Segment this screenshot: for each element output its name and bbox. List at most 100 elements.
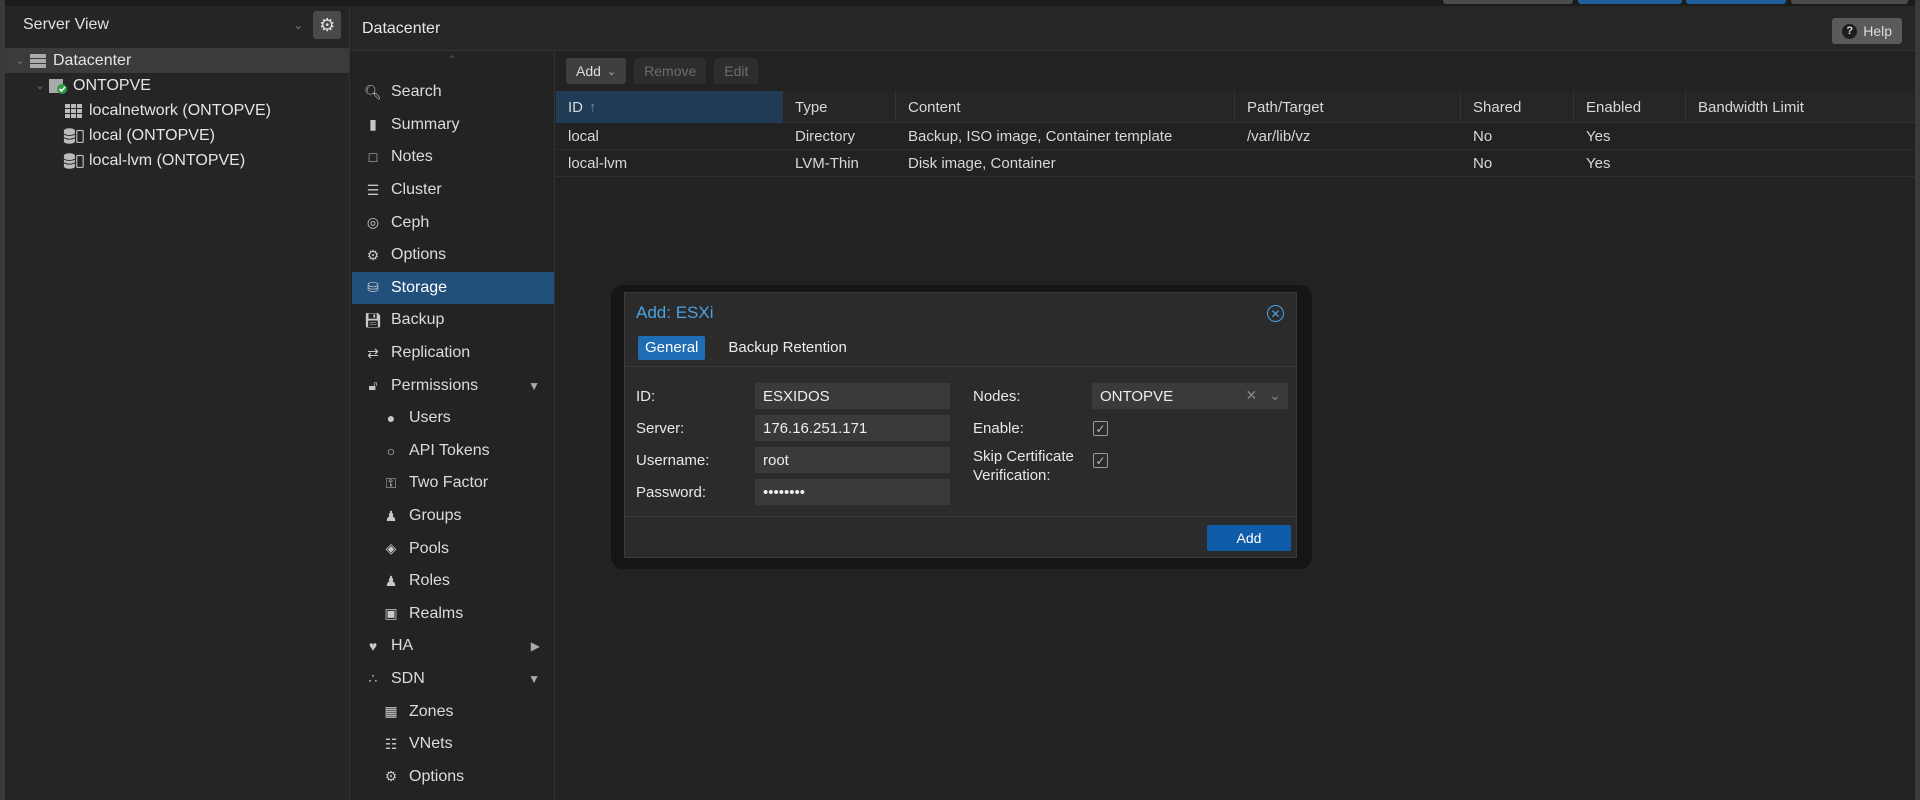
column-header-shared[interactable]: Shared	[1461, 91, 1574, 123]
dialog-tabs: General Backup Retention	[625, 333, 1296, 367]
header-user-button[interactable]	[1791, 0, 1908, 4]
nav-item-users[interactable]: ● Users	[352, 402, 554, 435]
nav-item-search[interactable]: 🔍︎ Search	[352, 76, 554, 109]
grid-icon: ▦	[384, 703, 398, 720]
close-icon[interactable]: ✕	[1267, 305, 1284, 322]
cluster-icon: ☰	[366, 181, 380, 198]
skip-cert-label-line2: Verification:	[973, 467, 1051, 484]
help-label: Help	[1863, 23, 1892, 39]
add-storage-button[interactable]: Add ⌄	[566, 58, 627, 84]
nav-item-zones[interactable]: ▦ Zones	[352, 695, 554, 728]
nav-item-api-tokens[interactable]: ○ API Tokens	[352, 435, 554, 468]
nav-item-summary[interactable]: ▮ Summary	[352, 109, 554, 142]
sdn-icon: ∴	[368, 670, 378, 687]
nodes-selector[interactable]: ONTOPVE ✕ ⌄	[1092, 383, 1288, 409]
resource-tree: ⌄ Datacenter ⌄ ONTOPVE localnetwork (ONT…	[5, 48, 349, 173]
nav-item-realms[interactable]: ▣ Realms	[352, 598, 554, 631]
question-circle-icon: ?	[1842, 23, 1858, 39]
storage-grid: ID ↑ Type Content Path/Target Shared Enab…	[556, 91, 1915, 177]
tree-node-local-lvm[interactable]: local-lvm (ONTOPVE)	[5, 148, 349, 173]
nav-item-label: Options	[409, 767, 465, 785]
nav-item-groups[interactable]: ♟ Groups	[352, 500, 554, 533]
caret-down-icon[interactable]: ▼	[528, 379, 540, 393]
nav-item-notes[interactable]: □ Notes	[352, 141, 554, 174]
column-header-bandwidth[interactable]: Bandwidth Limit	[1686, 91, 1915, 123]
nav-item-label: Options	[391, 246, 447, 264]
edit-button[interactable]: Edit	[714, 58, 759, 84]
cell-content: Backup, ISO image, Container template	[908, 127, 1173, 145]
collapse-icon[interactable]: ⌄	[13, 54, 27, 67]
table-row[interactable]: local Directory Backup, ISO image, Conta…	[556, 123, 1915, 150]
nav-item-sdn[interactable]: ∴ SDN ▼	[352, 663, 554, 696]
tab-general[interactable]: General	[638, 335, 706, 360]
column-header-type[interactable]: Type	[783, 91, 896, 123]
password-field[interactable]: ••••••••	[755, 479, 950, 505]
nav-item-backup[interactable]: 💾︎ Backup	[352, 304, 554, 337]
help-button[interactable]: ? Help	[1832, 18, 1902, 44]
id-field[interactable]: ESXIDOS	[755, 383, 950, 409]
caret-down-icon[interactable]: ▼	[528, 672, 540, 686]
column-header-enabled[interactable]: Enabled	[1574, 91, 1686, 123]
column-header-path[interactable]: Path/Target	[1235, 91, 1461, 123]
tree-node-label: localnetwork (ONTOPVE)	[89, 101, 271, 119]
nav-item-ceph[interactable]: ◎ Ceph	[352, 206, 554, 239]
nav-item-ha[interactable]: ♥ HA ▶	[352, 630, 554, 663]
nav-item-label: API Tokens	[409, 441, 490, 459]
nav-item-replication[interactable]: ⇄ Replication	[352, 337, 554, 370]
nav-item-roles[interactable]: ♟ Roles	[352, 565, 554, 598]
nav-item-label: HA	[391, 637, 414, 655]
tree-node-localnetwork[interactable]: localnetwork (ONTOPVE)	[5, 98, 349, 123]
tree-node-ontopve[interactable]: ⌄ ONTOPVE	[5, 73, 349, 98]
skip-cert-checkbox[interactable]: ✓	[1093, 453, 1108, 468]
cell-content: Disk image, Container	[908, 154, 1056, 172]
tab-backup-retention[interactable]: Backup Retention	[721, 336, 853, 360]
table-row[interactable]: local-lvm LVM-Thin Disk image, Container…	[556, 150, 1915, 177]
view-selector[interactable]: Server View ⌄	[17, 11, 309, 39]
nav-item-vnets[interactable]: ☷ VNets	[352, 728, 554, 761]
nav-item-label: Zones	[409, 702, 454, 720]
column-header-content[interactable]: Content	[896, 91, 1235, 123]
nav-item-options[interactable]: ⚙ Options	[352, 239, 554, 272]
nav-item-label: Groups	[409, 507, 462, 525]
cell-path	[1235, 150, 1461, 176]
clear-icon[interactable]: ✕	[1246, 387, 1258, 404]
nav-item-permissions[interactable]: 🔓︎ Permissions ▼	[352, 369, 554, 402]
column-header-id[interactable]: ID ↑	[556, 91, 783, 123]
tree-node-local[interactable]: local (ONTOPVE)	[5, 123, 349, 148]
header-button[interactable]	[1443, 0, 1573, 4]
sdn-grid-icon	[63, 102, 85, 120]
database-icon: ⛁	[367, 279, 379, 296]
nav-item-sdn-options[interactable]: ⚙ Options	[352, 760, 554, 793]
chevron-down-icon: ⌄	[293, 18, 304, 32]
enable-label: Enable:	[973, 420, 1024, 437]
tree-settings-button[interactable]: ⚙	[313, 11, 341, 39]
nav-item-two-factor[interactable]: ⚿ Two Factor	[352, 467, 554, 500]
add-label: Add	[576, 63, 601, 79]
scroll-up-icon[interactable]: ⌃	[447, 53, 457, 67]
nav-item-cluster[interactable]: ☰ Cluster	[352, 174, 554, 207]
remove-button[interactable]: Remove	[634, 58, 707, 84]
collapse-icon[interactable]: ⌄	[33, 79, 47, 92]
password-label: Password:	[636, 484, 707, 501]
page-title: Datacenter	[362, 20, 441, 37]
username-field[interactable]: root	[755, 447, 950, 473]
chevron-down-icon[interactable]: ⌄	[1269, 387, 1281, 404]
dialog-title: Add: ESXi	[636, 303, 714, 322]
cell-type: Directory	[795, 127, 856, 145]
enable-checkbox[interactable]: ✓	[1093, 421, 1108, 436]
add-button[interactable]: Add	[1207, 525, 1291, 551]
nav-item-storage[interactable]: ⛁ Storage	[352, 271, 554, 305]
heartbeat-icon: ♥	[368, 638, 378, 655]
tree-node-datacenter[interactable]: ⌄ Datacenter	[5, 48, 349, 73]
nav-item-label: Replication	[391, 344, 471, 362]
header-create-ct-button[interactable]	[1686, 0, 1786, 4]
header-create-vm-button[interactable]	[1578, 0, 1682, 4]
grid-header: ID ↑ Type Content Path/Target Shared Enab…	[556, 91, 1915, 123]
nav-item-pools[interactable]: ◈ Pools	[352, 532, 554, 565]
column-label: Shared	[1473, 98, 1522, 116]
gear-icon: ⚙	[319, 14, 336, 35]
male-icon: ♟	[384, 572, 398, 589]
node-online-icon	[47, 77, 69, 95]
server-field[interactable]: 176.16.251.171	[755, 415, 950, 441]
caret-right-icon[interactable]: ▶	[531, 639, 540, 653]
